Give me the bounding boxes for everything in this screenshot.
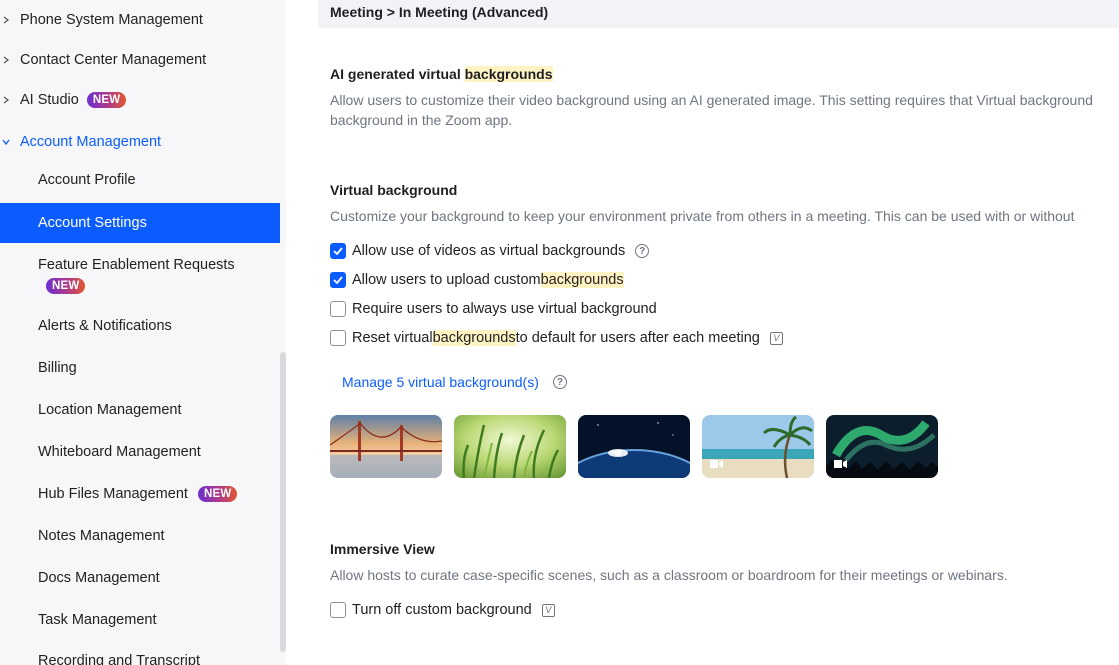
sidebar-group-label: AI Studio xyxy=(20,92,79,108)
sidebar-item-label: Docs Management xyxy=(38,570,160,586)
aurora-image xyxy=(826,415,938,478)
video-camera-icon xyxy=(834,460,847,468)
search-highlight: backgrounds xyxy=(464,66,553,82)
bg-thumbnail-aurora[interactable] xyxy=(826,415,938,478)
upload-custom-option[interactable]: Allow users to upload custom backgrounds xyxy=(330,272,624,288)
ai-bg-desc-line: background in the Zoom app. xyxy=(330,112,513,128)
ai-bg-desc-line: Allow users to customize their video bac… xyxy=(330,92,1093,108)
sidebar-item-label: Hub Files Management xyxy=(38,486,188,502)
sidebar-group-label: Contact Center Management xyxy=(20,52,207,68)
chevron-down-icon xyxy=(2,138,10,146)
app-window: Phone System Management Contact Center M… xyxy=(0,0,1119,665)
sidebar-item-location-management[interactable]: Location Management xyxy=(0,402,280,418)
sidebar-item-label: Account Settings xyxy=(38,215,147,231)
chevron-right-icon xyxy=(2,56,10,64)
ai-bg-title-text: AI generated virtual xyxy=(330,66,465,82)
option-label: Allow users to upload custom xyxy=(352,272,541,288)
sidebar-item-label: Billing xyxy=(38,360,77,376)
option-label: Turn off custom background xyxy=(352,602,532,618)
immersive-view-description: Allow hosts to curate case-specific scen… xyxy=(330,567,1008,583)
search-highlight: backgrounds xyxy=(432,330,516,346)
manage-link-label: Manage 5 virtual background(s) xyxy=(342,374,539,390)
bg-thumbnail-beach[interactable] xyxy=(702,415,814,478)
sidebar-item-label: Location Management xyxy=(38,402,182,418)
bg-thumbnail-golden-gate[interactable] xyxy=(330,415,442,478)
ai-bg-title: AI generated virtual backgrounds xyxy=(330,66,553,82)
sidebar-item-recording-transcript[interactable]: Recording and Transcript xyxy=(0,653,280,665)
option-label: Require users to always use virtual back… xyxy=(352,301,657,317)
sidebar-item-feature-enablement[interactable]: Feature Enablement Requests NEW xyxy=(0,256,280,296)
option-label: to default for users after each meeting xyxy=(515,330,760,346)
search-highlight: backgrounds xyxy=(540,272,624,288)
video-indicator-icon: V xyxy=(541,603,555,617)
video-indicator-icon: V xyxy=(769,331,783,345)
new-badge: NEW xyxy=(46,278,86,295)
sidebar-group-ai-studio[interactable]: AI Studio NEW xyxy=(0,89,127,111)
option-label: Allow use of videos as virtual backgroun… xyxy=(352,243,626,259)
chevron-right-icon xyxy=(2,16,10,24)
grass-image xyxy=(454,415,566,478)
sidebar-item-label: Notes Management xyxy=(38,528,165,544)
new-badge: NEW xyxy=(86,92,127,108)
sidebar-item-label: Alerts & Notifications xyxy=(38,318,172,334)
upload-custom-checkbox[interactable] xyxy=(330,272,346,288)
bg-thumbnail-grass[interactable] xyxy=(454,415,566,478)
bg-thumbnail-earth[interactable] xyxy=(578,415,690,478)
sidebar-item-label: Recording and Transcript xyxy=(38,653,200,665)
sidebar-item-billing[interactable]: Billing xyxy=(0,360,280,376)
sidebar-group-account-management[interactable]: Account Management xyxy=(0,131,161,153)
sidebar-group-label: Account Management xyxy=(20,134,162,150)
reset-virtual-bg-checkbox[interactable] xyxy=(330,330,346,346)
new-badge: NEW xyxy=(197,486,238,503)
virtual-bg-description: Customize your background to keep your e… xyxy=(330,208,1075,224)
sidebar-item-label: Whiteboard Management xyxy=(38,444,201,460)
golden-gate-image xyxy=(330,415,442,478)
sidebar-item-alerts-notifications[interactable]: Alerts & Notifications xyxy=(0,318,280,334)
sidebar-item-label: Feature Enablement Requests xyxy=(38,257,235,273)
sidebar-group-label: Phone System Management xyxy=(20,12,203,28)
help-icon[interactable]: ? xyxy=(552,375,567,389)
option-label: Reset virtual xyxy=(352,330,433,346)
settings-main: Meeting > In Meeting (Advanced) AI gener… xyxy=(286,0,1119,665)
require-virtual-bg-option[interactable]: Require users to always use virtual back… xyxy=(330,301,657,317)
allow-videos-checkbox[interactable] xyxy=(330,243,346,259)
beach-image xyxy=(702,415,814,478)
allow-videos-option[interactable]: Allow use of videos as virtual backgroun… xyxy=(330,243,650,259)
require-virtual-bg-checkbox[interactable] xyxy=(330,301,346,317)
sidebar-item-label: Account Profile xyxy=(38,172,136,188)
chevron-right-icon xyxy=(2,96,10,104)
video-camera-icon xyxy=(710,460,723,468)
sidebar-item-account-profile[interactable]: Account Profile xyxy=(0,172,280,188)
sidebar-item-task-management[interactable]: Task Management xyxy=(0,612,280,628)
sidebar-item-hub-files-management[interactable]: Hub Files Management NEW xyxy=(0,486,280,503)
earth-image xyxy=(578,415,690,478)
sidebar-group-phone-system[interactable]: Phone System Management xyxy=(0,9,203,31)
turn-off-custom-bg-option[interactable]: Turn off custom background V xyxy=(330,602,555,618)
virtual-bg-title: Virtual background xyxy=(330,182,458,198)
breadcrumb: Meeting > In Meeting (Advanced) xyxy=(318,0,1119,28)
sidebar-item-notes-management[interactable]: Notes Management xyxy=(0,528,280,544)
turn-off-custom-bg-checkbox[interactable] xyxy=(330,602,346,618)
immersive-view-title: Immersive View xyxy=(330,541,435,557)
manage-virtual-backgrounds-link[interactable]: Manage 5 virtual background(s) ? xyxy=(342,374,567,390)
sidebar-group-contact-center[interactable]: Contact Center Management xyxy=(0,49,206,71)
sidebar-item-account-settings[interactable]: Account Settings xyxy=(0,203,280,243)
sidebar-nav: Phone System Management Contact Center M… xyxy=(0,0,286,665)
sidebar-item-docs-management[interactable]: Docs Management xyxy=(0,570,280,586)
help-icon[interactable]: ? xyxy=(635,244,650,258)
sidebar-item-whiteboard-management[interactable]: Whiteboard Management xyxy=(0,444,280,460)
ai-bg-description: Allow users to customize their video bac… xyxy=(330,90,1093,130)
reset-virtual-bg-option[interactable]: Reset virtual backgrounds to default for… xyxy=(330,330,783,346)
sidebar-item-label: Task Management xyxy=(38,612,157,628)
